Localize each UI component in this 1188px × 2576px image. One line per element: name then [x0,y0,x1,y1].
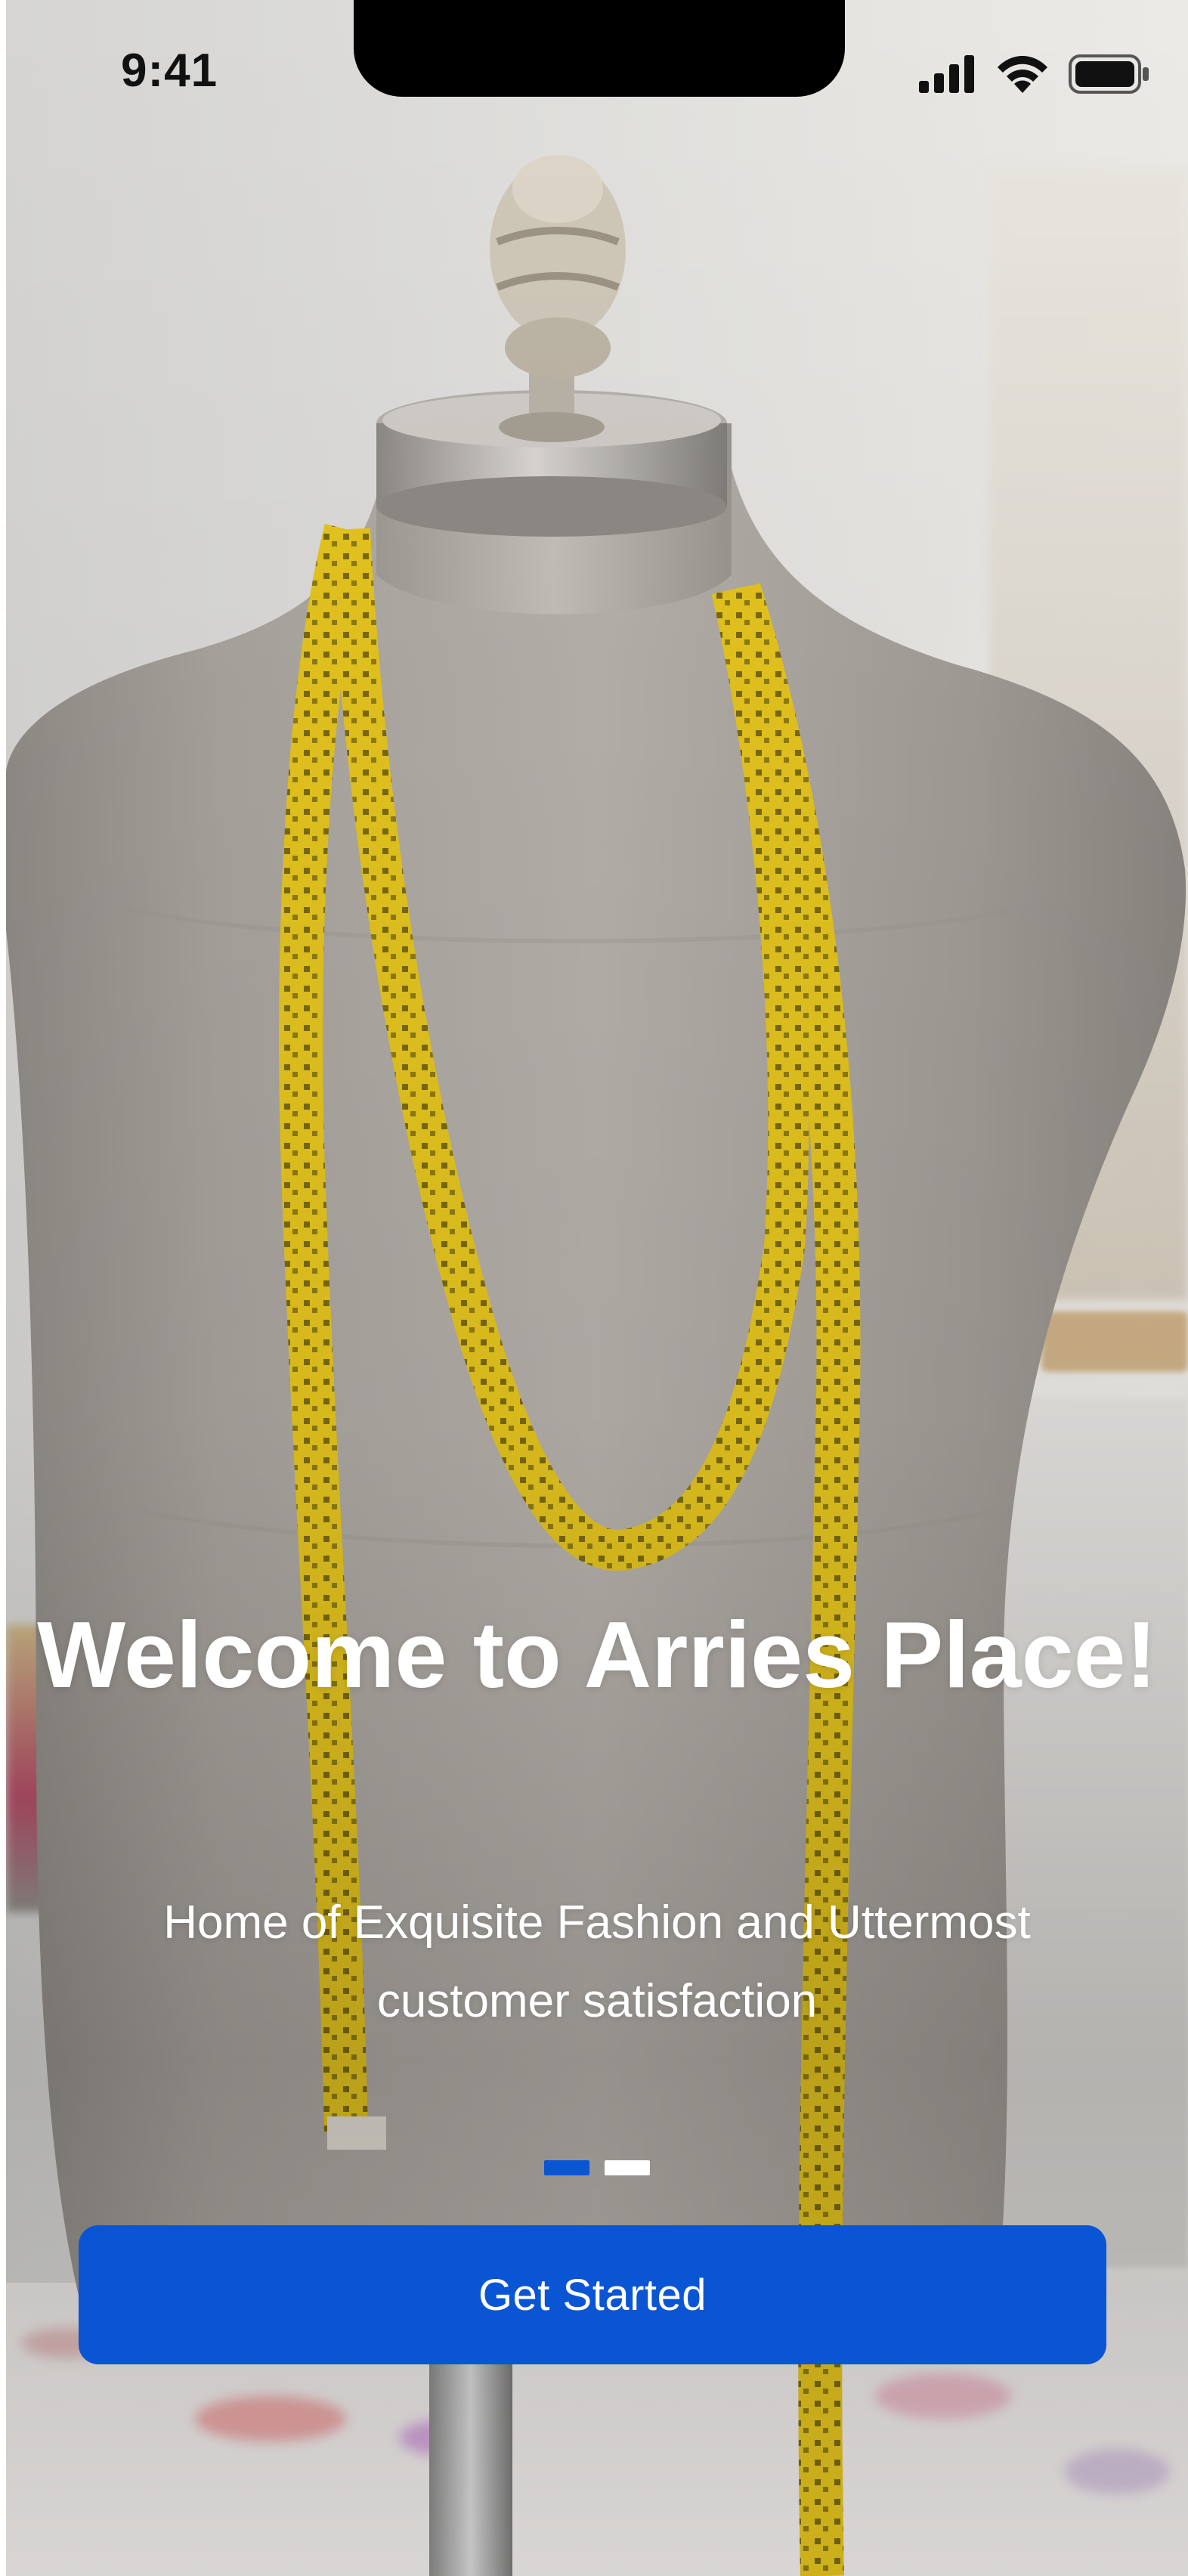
status-bar: 9:41 [6,0,1188,113]
onboarding-screen: 9:41 Welcome to Arries Place! Home of Ex… [6,0,1188,2576]
cellular-signal-icon [919,55,974,93]
page-dot-inactive[interactable] [605,2160,650,2175]
wifi-icon [998,56,1047,93]
status-icons [919,54,1150,94]
device-notch [354,0,845,97]
welcome-title: Welcome to Arries Place! [37,1603,1157,1708]
page-dot-active[interactable] [544,2160,589,2175]
page-indicator [6,2160,1188,2175]
welcome-subtitle: Home of Exquisite Fashion and Uttermost … [163,1896,1031,2027]
get-started-button[interactable]: Get Started [79,2225,1106,2364]
mannequin-image [6,155,1186,2576]
battery-icon [1069,54,1149,94]
status-time: 9:41 [121,45,218,97]
